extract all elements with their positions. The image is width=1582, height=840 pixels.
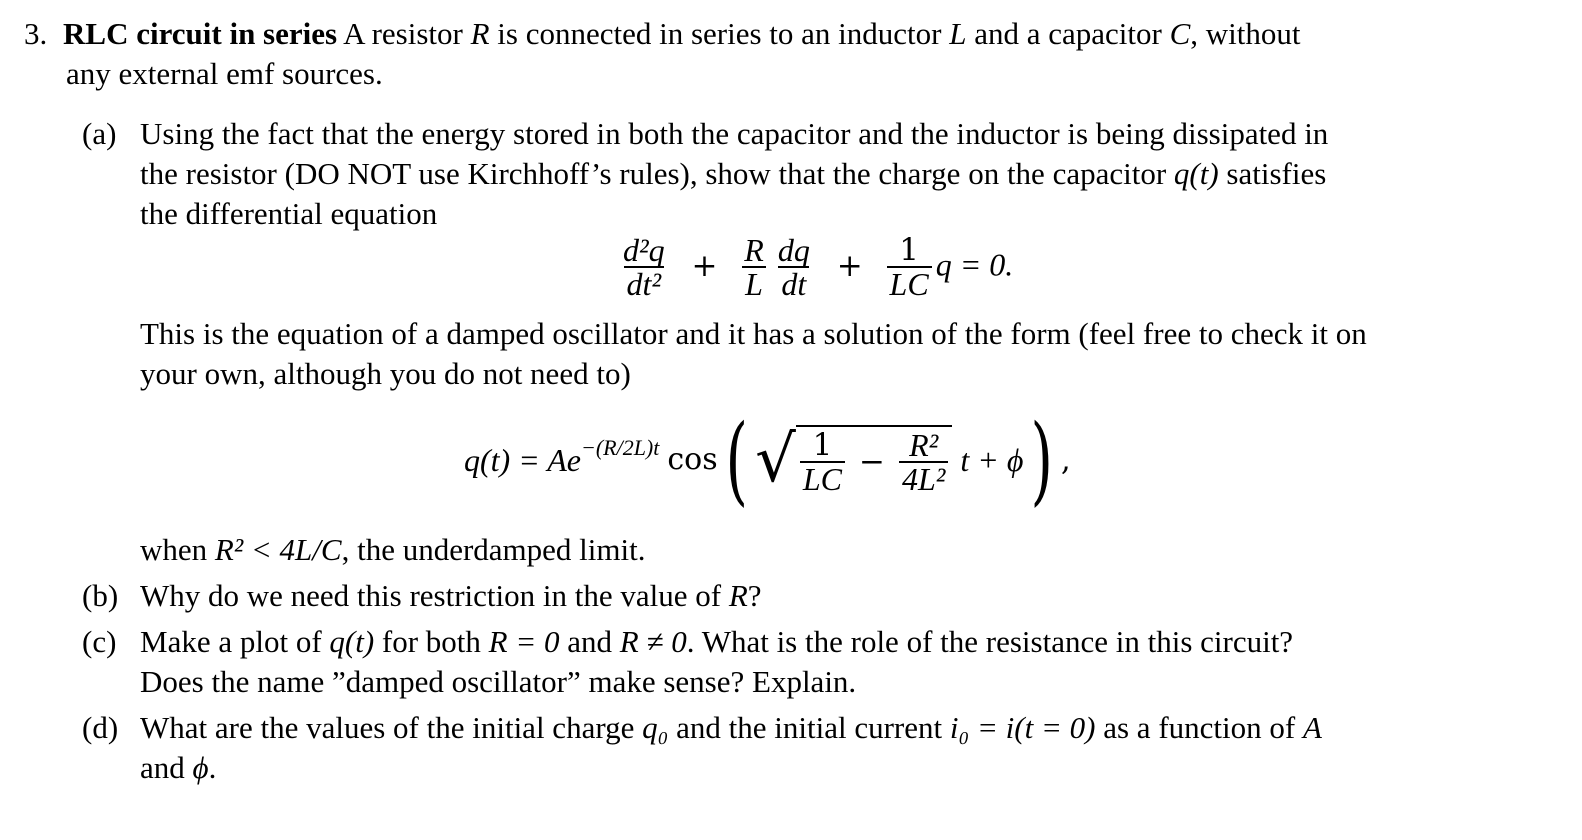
part-d-line-1: What are the values of the initial charg… <box>140 710 1322 745</box>
fraction-d2q-dt2: d²q dt² <box>623 232 665 302</box>
math-i0: i₀ = i(t = 0) <box>949 710 1096 745</box>
math-q-of-t: q(t) <box>329 624 375 659</box>
close-paren: ) <box>1030 404 1054 516</box>
part-d-line-2: and ϕ. <box>140 750 217 785</box>
intro-text: is connected in series to an inductor <box>489 16 950 51</box>
phase-term: t + ϕ <box>960 442 1024 478</box>
part-c-line-2: Does the name ”damped oscillator” make s… <box>140 664 857 699</box>
intro-text: , without <box>1190 16 1301 51</box>
math-A: A <box>1302 710 1322 745</box>
intro-line-2: any external emf sources. <box>66 56 383 91</box>
part-b-label: (b) <box>82 578 119 613</box>
math-L: L <box>949 16 967 51</box>
part-a-line-6: when R² < 4L/C, the underdamped limit. <box>140 532 646 567</box>
part-c-label: (c) <box>82 624 117 659</box>
part-a-line-2: the resistor (DO NOT use Kirchhoff’s rul… <box>140 154 1326 194</box>
part-a-line-5: your own, although you do not need to) <box>140 356 631 391</box>
intro-text: A resistor <box>343 16 471 51</box>
math-phi: ϕ <box>192 750 209 785</box>
math-C: C <box>1169 16 1191 51</box>
intro-text: and a capacitor <box>966 16 1170 51</box>
problem-header: 3. RLC circuit in series A resistor R is… <box>24 14 1301 54</box>
square-root: √ 1 LC − R² 4L² <box>755 423 953 497</box>
problem-number: 3. <box>24 16 48 51</box>
differential-equation: d²q dt² + R L dq dt + 1 LC q = 0. <box>616 234 1013 300</box>
radical-icon: √ <box>755 423 796 497</box>
comma: , <box>1060 442 1071 478</box>
part-a-line-4: This is the equation of a damped oscilla… <box>140 316 1367 351</box>
part-d-label: (d) <box>82 710 119 745</box>
plus-sign: + <box>836 247 863 284</box>
math-R: R <box>470 16 490 51</box>
fraction-1-LC: 1 LC <box>799 429 846 495</box>
math-R-nonzero: R ≠ 0 <box>619 624 687 659</box>
math-R: R <box>728 578 748 613</box>
part-a-line-1: Using the fact that the energy stored in… <box>140 116 1329 151</box>
fraction-R-L: R L <box>741 234 767 300</box>
math-q-of-t: q(t) <box>1173 156 1219 191</box>
text: the resistor (DO NOT use Kirchhoff’s rul… <box>140 156 1174 191</box>
math-q0: q₀ <box>642 710 669 745</box>
part-b-text: Why do we need this restriction in the v… <box>140 578 762 613</box>
problem-title: RLC circuit in series <box>63 16 338 51</box>
part-a-label: (a) <box>82 116 117 151</box>
solution-equation: q(t) = Ae −(R/2L)t cos ( √ 1 LC − R² 4L² … <box>464 410 1071 510</box>
minus-sign: − <box>859 444 885 480</box>
plus-sign: + <box>691 247 718 284</box>
text: satisfies <box>1218 156 1327 191</box>
math-condition: R² < 4L/C <box>214 532 342 567</box>
part-c-line-1: Make a plot of q(t) for both R = 0 and R… <box>140 624 1294 659</box>
open-paren: ( <box>725 404 748 516</box>
fraction-dq-dt: dq dt <box>777 232 810 302</box>
fraction-1-LC: 1 LC <box>886 234 932 300</box>
math-R-zero: R = 0 <box>488 624 560 659</box>
cos-function: cos <box>667 442 718 477</box>
equation-lhs: q(t) = Ae <box>464 442 581 478</box>
fraction-R2-4L2: R² 4L² <box>899 429 949 495</box>
equation-tail: q = 0. <box>935 246 1014 283</box>
part-a-line-3: the differential equation <box>140 196 438 231</box>
exponent: −(R/2L)t <box>580 435 660 460</box>
